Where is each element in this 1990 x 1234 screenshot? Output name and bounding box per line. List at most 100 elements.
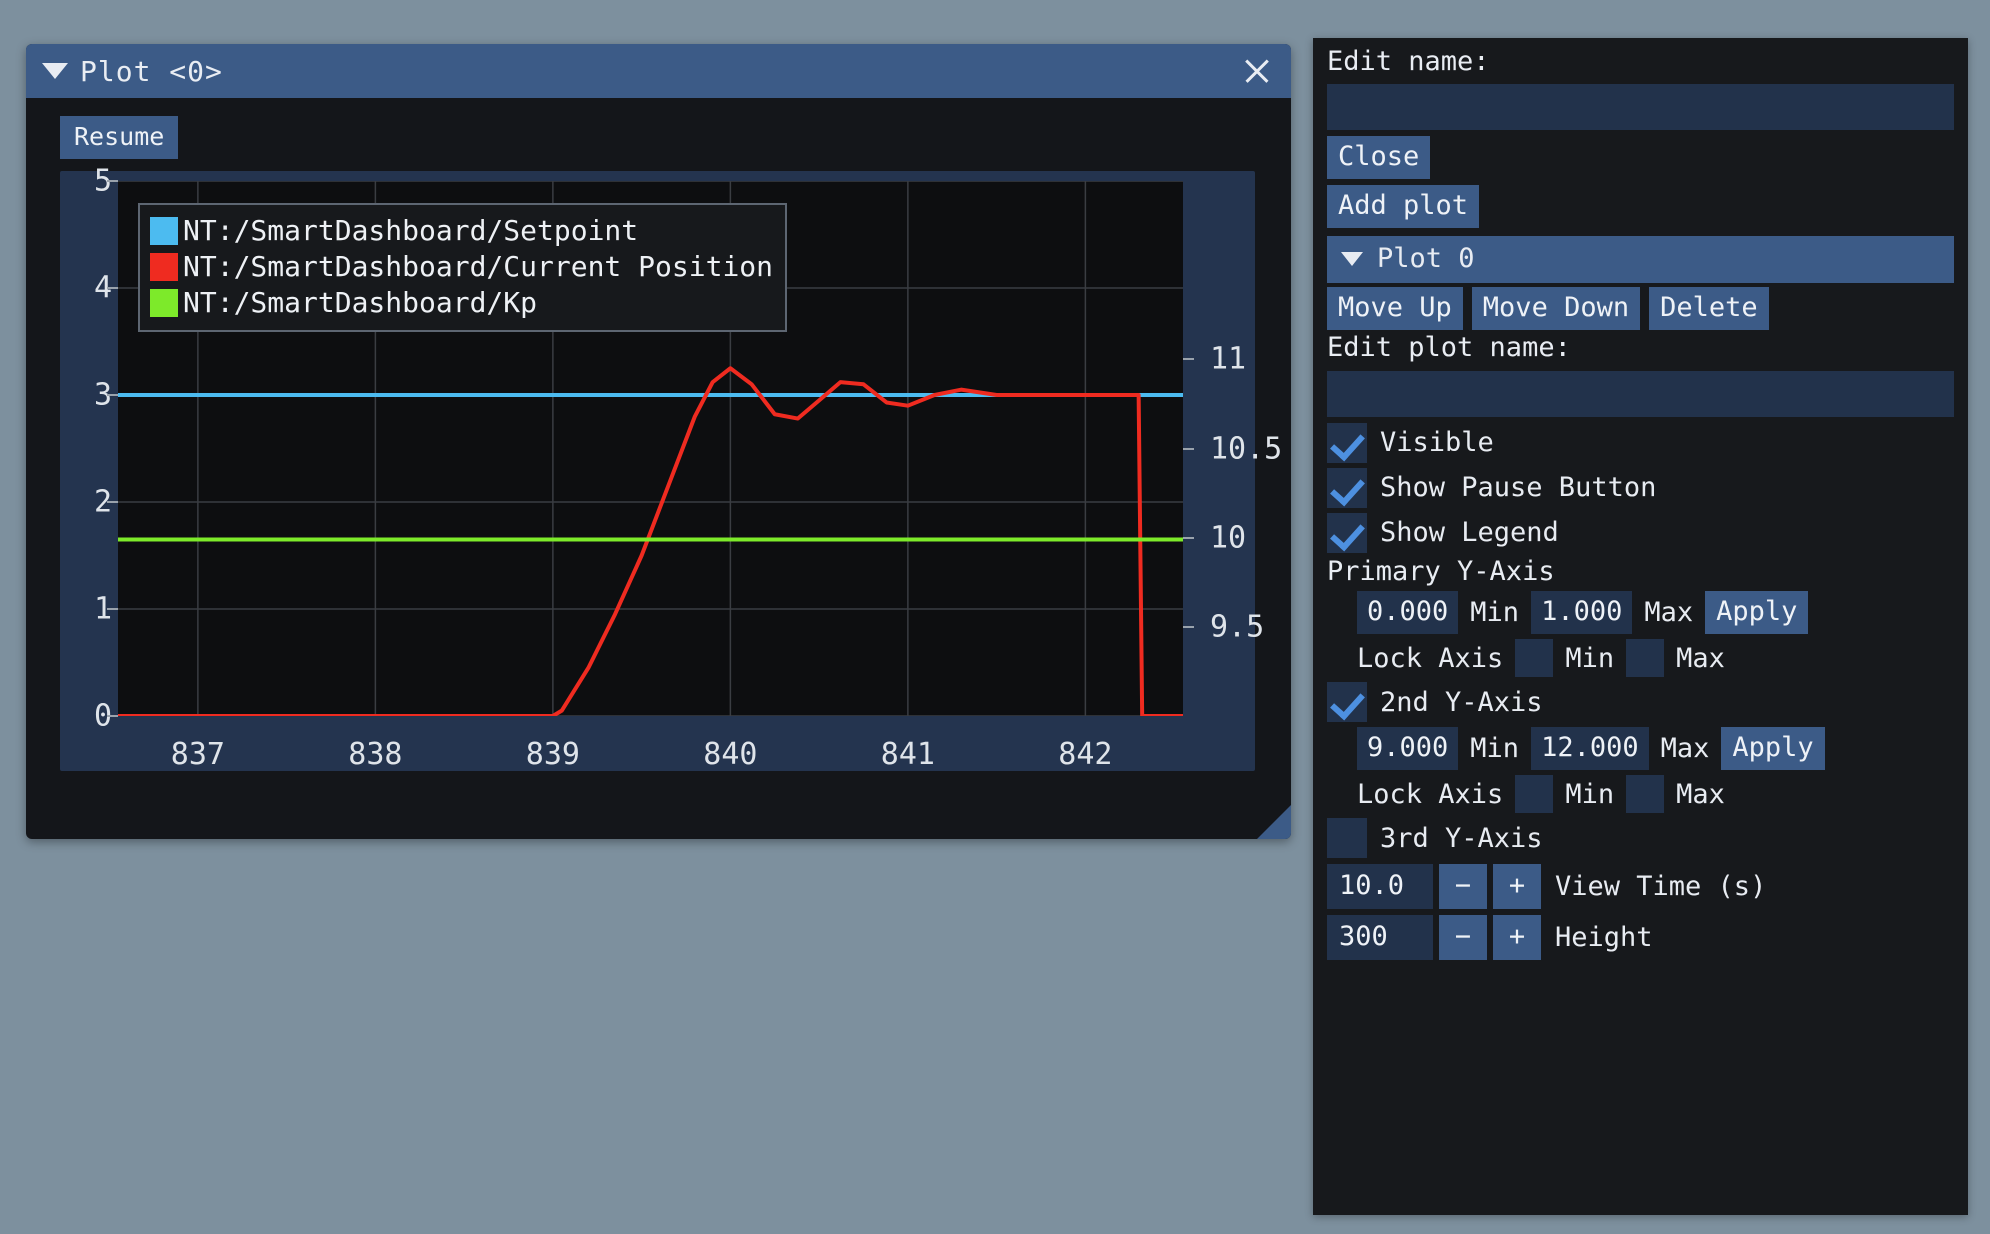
primary-axis-lock-min-label: Min xyxy=(1565,643,1614,674)
y-axis-tick-label: 0 xyxy=(62,699,112,734)
plot-window-title: Plot <0> xyxy=(80,55,223,88)
third-y-axis-label: 3rd Y-Axis xyxy=(1380,823,1543,854)
second-axis-lock-min-checkbox[interactable] xyxy=(1515,775,1553,813)
show-legend-label: Show Legend xyxy=(1380,517,1559,548)
legend-series-label: NT:/SmartDashboard/Setpoint xyxy=(183,214,638,247)
legend-entry[interactable]: NT:/SmartDashboard/Current Position xyxy=(150,250,773,283)
edit-name-label: Edit name: xyxy=(1313,48,1968,76)
y-axis-tick-mark xyxy=(107,180,118,182)
chart-frame: 0123459.51010.511837838839840841842 NT:/… xyxy=(60,171,1255,771)
plot-window-body: Resume 0123459.51010.5118378388398408418… xyxy=(26,98,1291,785)
view-time-input[interactable]: 10.0 xyxy=(1327,864,1433,909)
second-axis-max-label: Max xyxy=(1661,733,1710,764)
x-axis-tick-label: 839 xyxy=(526,737,580,772)
height-label: Height xyxy=(1555,922,1653,953)
triangle-down-icon[interactable] xyxy=(1341,252,1363,266)
primary-axis-max-input[interactable]: 1.000 xyxy=(1531,591,1632,634)
legend-color-swatch xyxy=(150,289,178,317)
third-y-axis-row[interactable]: 3rd Y-Axis xyxy=(1327,818,1954,858)
plot-settings-panel: Edit name: Close Add plot Plot 0 Move Up… xyxy=(1313,38,1968,1215)
y-axis-tick-label: 2 xyxy=(62,485,112,520)
y-axis-tick-label: 1 xyxy=(62,592,112,627)
chart-legend: NT:/SmartDashboard/SetpointNT:/SmartDash… xyxy=(138,203,787,332)
plot-window-titlebar[interactable]: Plot <0> xyxy=(26,44,1291,98)
second-axis-lock-label: Lock Axis xyxy=(1357,779,1503,810)
edit-plot-name-input[interactable] xyxy=(1327,371,1954,417)
add-plot-button[interactable]: Add plot xyxy=(1327,185,1479,228)
primary-y-axis-heading: Primary Y-Axis xyxy=(1313,558,1968,586)
plot-order-buttons: Move Up Move Down Delete xyxy=(1327,287,1954,330)
show-pause-button-checkbox[interactable] xyxy=(1327,468,1367,508)
x-axis-tick-label: 840 xyxy=(703,737,757,772)
primary-axis-lock-min-checkbox[interactable] xyxy=(1515,639,1553,677)
view-time-increment-button[interactable]: + xyxy=(1493,864,1541,909)
x-axis-tick-label: 838 xyxy=(348,737,402,772)
secondary-y-axis-tick-label: 9.5 xyxy=(1210,609,1264,644)
secondary-y-axis-tick-label: 11 xyxy=(1210,342,1246,377)
legend-series-label: NT:/SmartDashboard/Current Position xyxy=(183,250,773,283)
primary-axis-range-row: 0.000 Min 1.000 Max Apply xyxy=(1357,591,1954,634)
y-axis-tick-label: 3 xyxy=(62,378,112,413)
resize-grip[interactable] xyxy=(1257,805,1291,839)
second-axis-lock-max-label: Max xyxy=(1676,779,1725,810)
y-axis-tick-mark xyxy=(107,715,118,717)
edit-name-input[interactable] xyxy=(1327,84,1954,130)
second-axis-lock-min-label: Min xyxy=(1565,779,1614,810)
move-down-button[interactable]: Move Down xyxy=(1472,287,1640,330)
view-time-label: View Time (s) xyxy=(1555,871,1766,902)
second-axis-lock-row: Lock Axis Min Max xyxy=(1357,775,1954,813)
primary-axis-lock-label: Lock Axis xyxy=(1357,643,1503,674)
secondary-y-axis-tick-mark xyxy=(1183,448,1194,450)
primary-axis-max-label: Max xyxy=(1644,597,1693,628)
x-axis-tick-label: 841 xyxy=(881,737,935,772)
view-time-decrement-button[interactable]: − xyxy=(1439,864,1487,909)
legend-color-swatch xyxy=(150,217,178,245)
edit-plot-name-label: Edit plot name: xyxy=(1313,334,1968,362)
close-button[interactable]: Close xyxy=(1327,136,1430,179)
height-decrement-button[interactable]: − xyxy=(1439,915,1487,960)
third-y-axis-checkbox[interactable] xyxy=(1327,818,1367,858)
second-axis-lock-max-checkbox[interactable] xyxy=(1626,775,1664,813)
show-legend-row[interactable]: Show Legend xyxy=(1327,513,1954,553)
second-axis-min-input[interactable]: 9.000 xyxy=(1357,727,1458,770)
x-axis-tick-label: 837 xyxy=(171,737,225,772)
show-pause-button-row[interactable]: Show Pause Button xyxy=(1327,468,1954,508)
triangle-down-icon[interactable] xyxy=(42,63,68,79)
second-axis-apply-button[interactable]: Apply xyxy=(1721,727,1824,770)
plot-window: Plot <0> Resume 0123459.51010.5118378388… xyxy=(26,44,1291,839)
y-axis-tick-label: 5 xyxy=(62,164,112,199)
height-increment-button[interactable]: + xyxy=(1493,915,1541,960)
delete-button[interactable]: Delete xyxy=(1649,287,1769,330)
height-input[interactable]: 300 xyxy=(1327,915,1433,960)
visible-row[interactable]: Visible xyxy=(1327,423,1954,463)
secondary-y-axis-tick-label: 10.5 xyxy=(1210,431,1282,466)
second-axis-range-row: 9.000 Min 12.000 Max Apply xyxy=(1357,727,1954,770)
legend-entry[interactable]: NT:/SmartDashboard/Kp xyxy=(150,286,773,319)
second-axis-min-label: Min xyxy=(1470,733,1519,764)
y-axis-tick-mark xyxy=(107,608,118,610)
height-row: 300 − + Height xyxy=(1327,915,1954,960)
second-axis-max-input[interactable]: 12.000 xyxy=(1531,727,1649,770)
plot-0-title: Plot 0 xyxy=(1377,243,1475,274)
primary-axis-apply-button[interactable]: Apply xyxy=(1705,591,1808,634)
second-y-axis-row[interactable]: 2nd Y-Axis xyxy=(1327,682,1954,722)
y-axis-tick-mark xyxy=(107,501,118,503)
visible-label: Visible xyxy=(1380,427,1494,458)
primary-axis-min-label: Min xyxy=(1470,597,1519,628)
secondary-y-axis-tick-mark xyxy=(1183,358,1194,360)
second-y-axis-checkbox[interactable] xyxy=(1327,682,1367,722)
move-up-button[interactable]: Move Up xyxy=(1327,287,1463,330)
primary-axis-lock-max-checkbox[interactable] xyxy=(1626,639,1664,677)
visible-checkbox[interactable] xyxy=(1327,423,1367,463)
show-pause-button-label: Show Pause Button xyxy=(1380,472,1656,503)
legend-entry[interactable]: NT:/SmartDashboard/Setpoint xyxy=(150,214,773,247)
x-axis-tick-label: 842 xyxy=(1058,737,1112,772)
secondary-y-axis-tick-label: 10 xyxy=(1210,520,1246,555)
y-axis-tick-mark xyxy=(107,394,118,396)
resume-button[interactable]: Resume xyxy=(60,116,178,159)
plot-0-section-header[interactable]: Plot 0 xyxy=(1327,236,1954,283)
primary-axis-lock-row: Lock Axis Min Max xyxy=(1357,639,1954,677)
primary-axis-min-input[interactable]: 0.000 xyxy=(1357,591,1458,634)
show-legend-checkbox[interactable] xyxy=(1327,513,1367,553)
close-icon[interactable] xyxy=(1241,55,1273,87)
